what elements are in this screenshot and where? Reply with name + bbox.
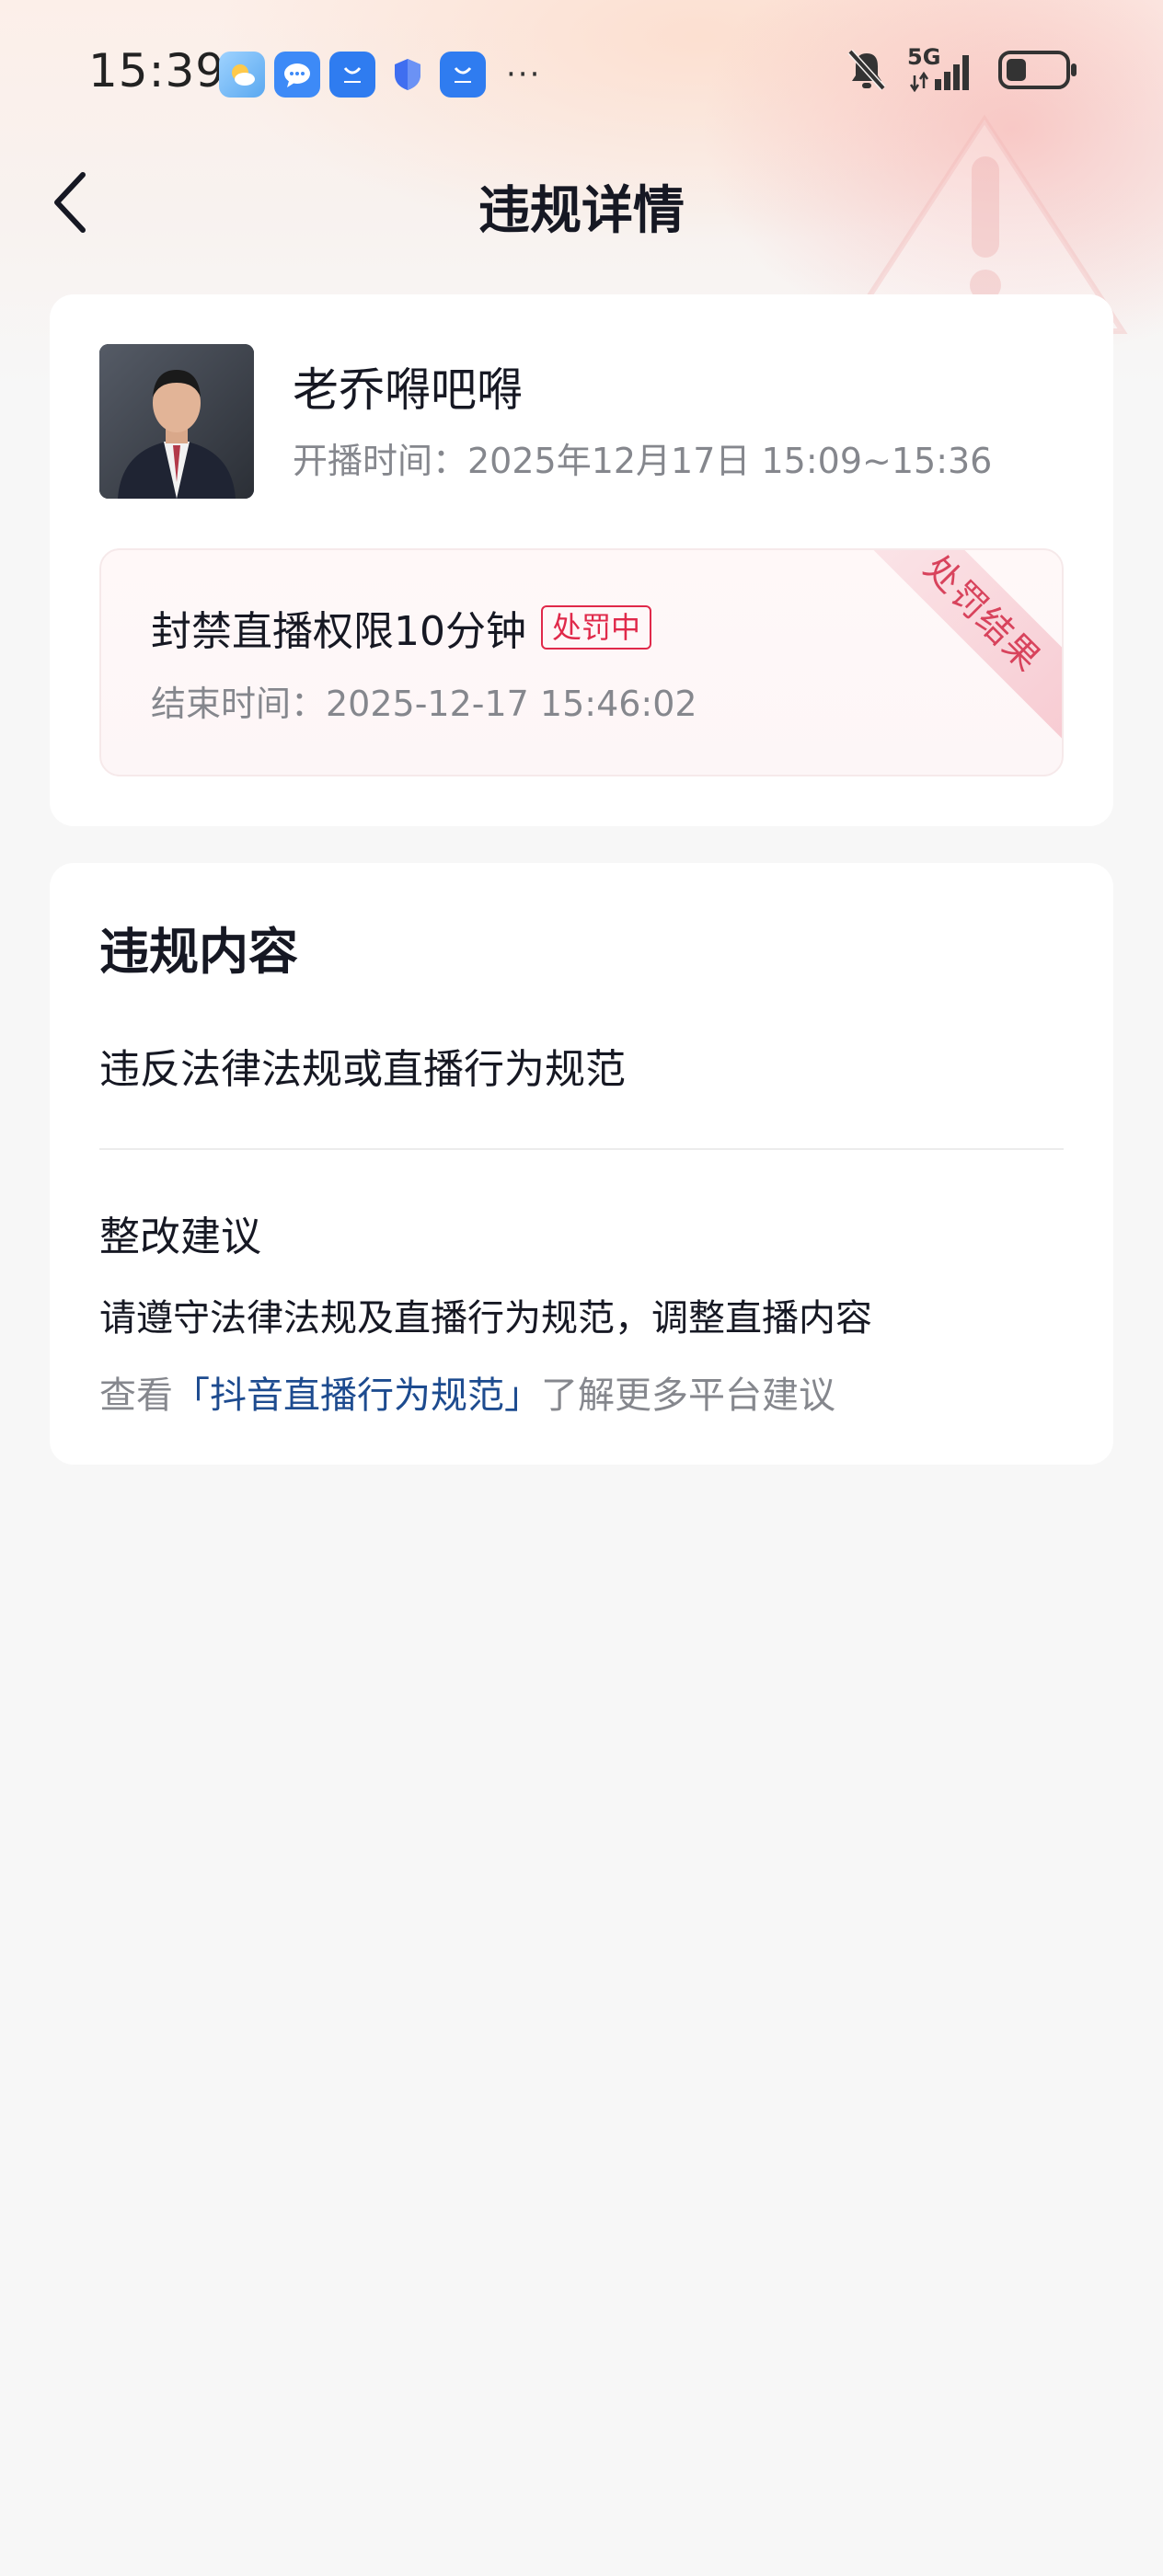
battery-icon (998, 51, 1077, 89)
section-title-advice: 整改建议 (99, 1213, 261, 1260)
status-bar: 15:39 ··· 5G (0, 37, 1163, 110)
advice-text: 请遵守法律法规及直播行为规范，调整直播内容 (99, 1297, 872, 1340)
section-title-violation: 违规内容 (99, 923, 298, 981)
penalty-title: 封禁直播权限10分钟 处罚中 (151, 598, 652, 657)
guidelines-link[interactable]: 「抖音直播行为规范」 (173, 1374, 541, 1417)
streamer-name: 老乔嘚吧嘚 (293, 363, 523, 417)
penalty-title-text: 封禁直播权限10分钟 (151, 608, 526, 655)
honor-store-icon (329, 52, 375, 98)
violation-content-card: 违规内容 违反法律法规或直播行为规范 整改建议 请遵守法律法规及直播行为规范，调… (50, 863, 1113, 1465)
violation-content: 违反法律法规或直播行为规范 (99, 1046, 626, 1093)
penalty-result-ribbon: 处罚结果 (856, 550, 1062, 741)
honor-store-icon (440, 52, 486, 98)
penalty-end-time: 结束时间：2025-12-17 15:46:02 (151, 684, 697, 724)
violation-detail-screen: 15:39 ··· 5G 违规详情 老乔嘚吧嘚 开播时间：2025年12月17日… (0, 0, 1163, 2576)
weather-icon (219, 52, 265, 98)
penalty-result-box: 封禁直播权限10分钟 处罚中 结束时间：2025-12-17 15:46:02 … (99, 548, 1064, 776)
guide-suffix: 了解更多平台建议 (541, 1374, 835, 1417)
status-badge: 处罚中 (541, 605, 652, 650)
status-indicators: 5G (846, 44, 1078, 92)
status-time: 15:39 (88, 44, 226, 98)
divider (99, 1148, 1064, 1150)
guide-line: 查看「抖音直播行为规范」了解更多平台建议 (99, 1365, 835, 1419)
notification-icons: ··· (219, 52, 541, 98)
bell-muted-icon (847, 49, 886, 91)
page-title: 违规详情 (478, 181, 685, 241)
page-header: 违规详情 (0, 156, 1163, 248)
messages-icon (274, 52, 320, 98)
shield-icon (385, 52, 431, 98)
penalty-summary-card: 老乔嘚吧嘚 开播时间：2025年12月17日 15:09~15:36 封禁直播权… (50, 294, 1113, 826)
broadcast-time: 开播时间：2025年12月17日 15:09~15:36 (293, 441, 993, 481)
avatar[interactable] (99, 344, 254, 499)
signal-5g-icon: 5G (907, 44, 977, 92)
more-notifications-icon: ··· (506, 56, 542, 93)
guide-prefix: 查看 (99, 1374, 173, 1417)
